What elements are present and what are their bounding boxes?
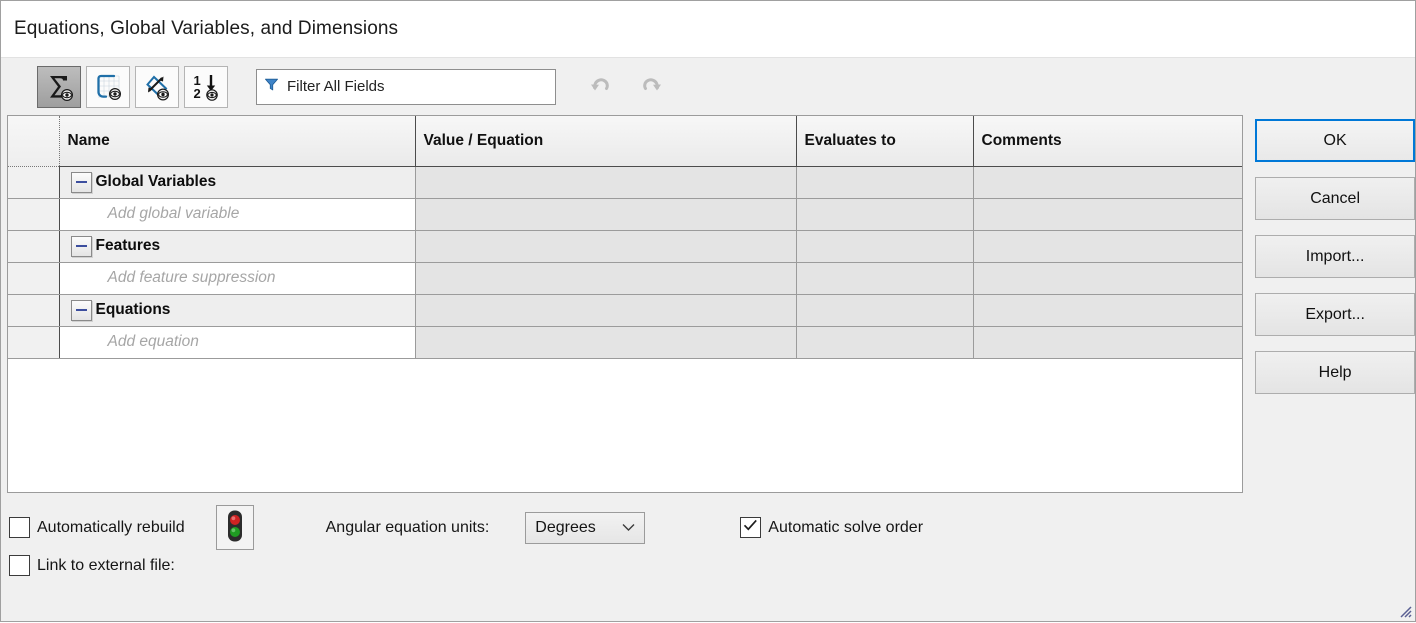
checkbox-box[interactable] [740, 517, 762, 538]
sketch-equation-view-button[interactable] [86, 65, 130, 108]
redo-arrow-icon [638, 72, 664, 101]
dialog-title-bar: Equations, Global Variables, and Dimensi… [1, 1, 1415, 57]
row-value-cell[interactable] [415, 262, 797, 295]
dialog-title: Equations, Global Variables, and Dimensi… [14, 18, 399, 39]
row-comments-cell[interactable] [973, 166, 1243, 199]
row-selector[interactable] [8, 294, 60, 327]
row-evaluates-cell[interactable] [796, 294, 974, 327]
footer-row-secondary: Link to external file: [9, 555, 175, 576]
row-value-cell[interactable] [415, 166, 797, 199]
row-evaluates-cell[interactable] [796, 166, 974, 199]
checkmark-icon [743, 519, 758, 537]
row-comments-cell[interactable] [973, 230, 1243, 263]
collapse-minus-icon[interactable] [70, 235, 92, 257]
table-row[interactable]: Equations [8, 294, 1243, 327]
row-name-cell[interactable]: Global Variables [59, 166, 416, 199]
row-comments-cell[interactable] [973, 262, 1243, 295]
resize-grip-icon[interactable] [1396, 602, 1412, 618]
dialog-buttons: OK Cancel Import... Export... Help [1255, 115, 1415, 493]
row-comments-cell[interactable] [973, 294, 1243, 327]
toolbar: 1 2 Filter All Fields [1, 57, 1415, 115]
row-evaluates-cell[interactable] [796, 198, 974, 231]
row-value-cell[interactable] [415, 326, 797, 359]
dimension-view-button[interactable] [135, 65, 179, 108]
row-selector[interactable] [8, 166, 60, 199]
help-button[interactable]: Help [1255, 351, 1415, 394]
ordered-eye-icon: 1 2 [191, 72, 221, 102]
column-header-evaluates-to[interactable]: Evaluates to [796, 116, 974, 167]
dialog-body: Name Value / Equation Evaluates to Comme… [1, 115, 1415, 493]
automatically-rebuild-checkbox[interactable]: Automatically rebuild [9, 517, 185, 538]
export-button[interactable]: Export... [1255, 293, 1415, 336]
collapse-minus-icon[interactable] [70, 299, 92, 321]
link-to-external-file-checkbox[interactable]: Link to external file: [9, 555, 175, 576]
cancel-button[interactable]: Cancel [1255, 177, 1415, 220]
undo-arrow-icon [588, 72, 614, 101]
redo-button[interactable] [634, 70, 668, 104]
sigma-eye-icon [44, 72, 74, 102]
row-evaluates-cell[interactable] [796, 326, 974, 359]
row-name-cell[interactable]: Add global variable [59, 198, 416, 231]
chevron-down-icon [622, 519, 635, 537]
row-selector[interactable] [8, 230, 60, 263]
row-name-cell[interactable]: Features [59, 230, 416, 263]
row-name-cell[interactable]: Equations [59, 294, 416, 327]
row-value-cell[interactable] [415, 294, 797, 327]
automatically-rebuild-label: Automatically rebuild [37, 518, 185, 536]
add-feature-suppression-placeholder[interactable]: Add feature suppression [108, 269, 276, 286]
row-evaluates-cell[interactable] [796, 262, 974, 295]
ok-button[interactable]: OK [1255, 119, 1415, 162]
filter-input-text: Filter All Fields [287, 78, 385, 95]
equations-grid[interactable]: Name Value / Equation Evaluates to Comme… [7, 115, 1244, 493]
row-selector[interactable] [8, 198, 60, 231]
automatic-solve-order-label: Automatic solve order [768, 518, 924, 536]
group-label: Features [95, 237, 161, 254]
column-header-rowselect[interactable] [8, 116, 60, 167]
table-row[interactable]: Features [8, 230, 1243, 263]
undo-button[interactable] [584, 70, 618, 104]
collapse-minus-icon[interactable] [70, 171, 92, 193]
table-row[interactable]: Add global variable [8, 198, 1243, 231]
row-evaluates-cell[interactable] [796, 230, 974, 263]
equations-dialog: Equations, Global Variables, and Dimensi… [0, 0, 1416, 622]
filter-input[interactable]: Filter All Fields [256, 68, 556, 105]
angular-units-value: Degrees [535, 518, 596, 536]
checkbox-box[interactable] [9, 517, 30, 538]
table-row[interactable]: Add equation [8, 326, 1243, 359]
table-row[interactable]: Global Variables [8, 166, 1243, 199]
row-selector[interactable] [8, 326, 60, 359]
group-label: Global Variables [95, 173, 217, 190]
checkbox-box[interactable] [9, 555, 30, 576]
add-global-variable-placeholder[interactable]: Add global variable [108, 205, 240, 222]
dimension-eye-icon [142, 72, 172, 102]
row-value-cell[interactable] [415, 230, 797, 263]
column-header-name[interactable]: Name [59, 116, 416, 167]
row-comments-cell[interactable] [973, 326, 1243, 359]
table-row[interactable]: Add feature suppression [8, 262, 1243, 295]
add-equation-placeholder[interactable]: Add equation [108, 333, 199, 350]
row-name-cell[interactable]: Add feature suppression [59, 262, 416, 295]
row-selector[interactable] [8, 262, 60, 295]
angular-units-select[interactable]: Degrees [525, 511, 646, 544]
group-label: Equations [95, 301, 171, 318]
dialog-footer: Automatically rebuild Angular equation u… [1, 493, 1415, 621]
row-value-cell[interactable] [415, 198, 797, 231]
footer-row-primary: Automatically rebuild Angular equation u… [9, 505, 1399, 550]
ordered-view-button[interactable]: 1 2 [184, 65, 228, 108]
link-to-external-file-label: Link to external file: [37, 556, 175, 574]
column-header-comments[interactable]: Comments [973, 116, 1243, 167]
svg-text:2: 2 [194, 86, 201, 101]
column-header-value-equation[interactable]: Value / Equation [415, 116, 797, 167]
traffic-light-icon [224, 509, 246, 546]
import-button[interactable]: Import... [1255, 235, 1415, 278]
filter-funnel-icon [264, 77, 279, 97]
automatic-solve-order-checkbox[interactable]: Automatic solve order [740, 517, 923, 538]
grid-header-row: Name Value / Equation Evaluates to Comme… [8, 116, 1243, 167]
angular-units-label: Angular equation units: [325, 518, 490, 536]
sketch-eye-icon [93, 72, 123, 102]
rebuild-status-button[interactable] [215, 505, 254, 550]
row-comments-cell[interactable] [973, 198, 1243, 231]
row-name-cell[interactable]: Add equation [59, 326, 416, 359]
equation-view-button[interactable] [37, 65, 81, 108]
